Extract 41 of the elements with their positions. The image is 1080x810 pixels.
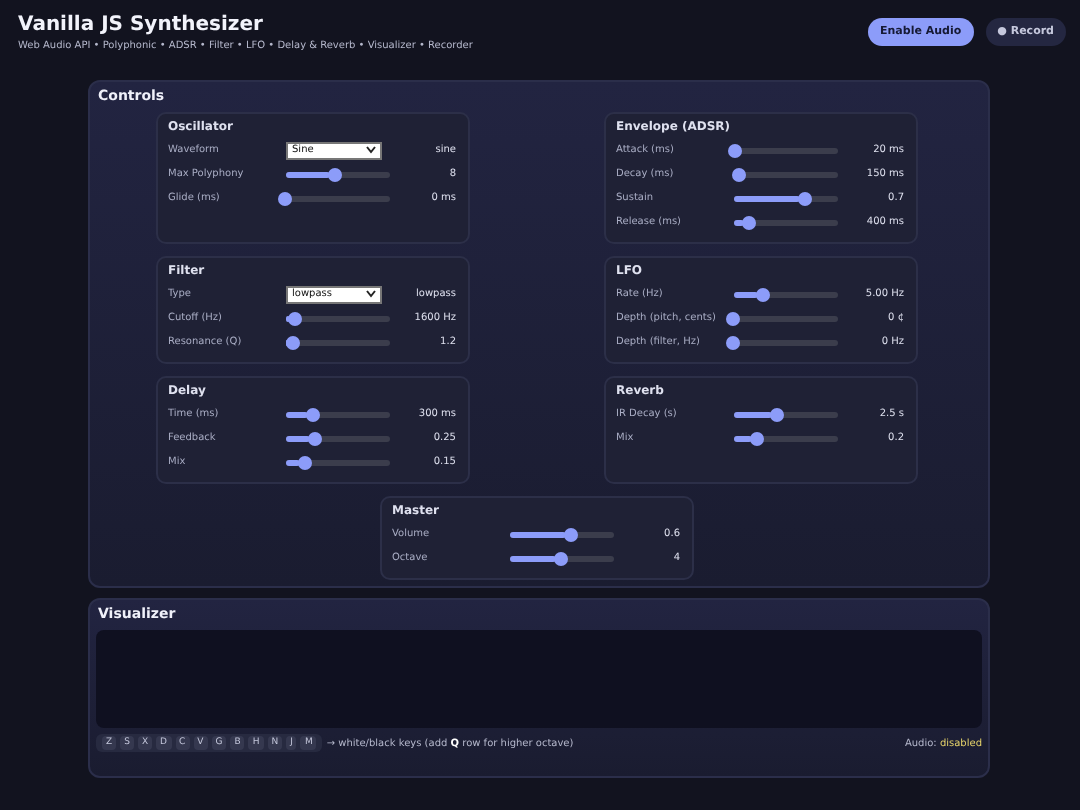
- slider-thumb[interactable]: [798, 191, 813, 205]
- slider-thumb[interactable]: [278, 191, 292, 205]
- slider-thumb[interactable]: [564, 527, 579, 541]
- slider-track[interactable]: [510, 531, 614, 537]
- slider-track[interactable]: [734, 291, 838, 297]
- slider-thumb[interactable]: [305, 407, 320, 421]
- slider-fill: [510, 555, 556, 561]
- slider-thumb[interactable]: [749, 431, 764, 445]
- slider-fill: [734, 411, 772, 417]
- slider-thumb[interactable]: [755, 287, 770, 301]
- slider-thumb[interactable]: [308, 431, 323, 445]
- slider-thumb[interactable]: [769, 407, 784, 421]
- slider-fill: [734, 435, 752, 441]
- slider-track[interactable]: [286, 411, 390, 417]
- slider-thumb[interactable]: [732, 167, 747, 181]
- slider-thumb[interactable]: [288, 311, 303, 325]
- slider-track[interactable]: [734, 411, 838, 417]
- chevron-down-icon: [366, 146, 376, 154]
- slider-thumb[interactable]: [726, 335, 740, 349]
- slider-track[interactable]: [286, 171, 390, 177]
- slider-track[interactable]: [734, 195, 838, 201]
- slider-fill: [286, 435, 311, 441]
- slider-fill: [286, 459, 300, 465]
- slider-fill: [286, 411, 308, 417]
- slider-track[interactable]: [286, 435, 390, 441]
- slider-fill: [734, 195, 801, 201]
- slider-thumb[interactable]: [726, 311, 740, 325]
- slider-thumb[interactable]: [728, 143, 743, 157]
- slider-track[interactable]: [510, 555, 614, 561]
- slider-thumb[interactable]: [286, 335, 301, 349]
- slider-fill: [734, 291, 758, 297]
- slider-thumb[interactable]: [554, 551, 568, 565]
- slider-thumb[interactable]: [297, 455, 312, 469]
- chevron-down-icon: [366, 290, 376, 298]
- app-title: Vanilla JS Synthesizer: [18, 14, 265, 36]
- slider-thumb[interactable]: [741, 215, 756, 229]
- slider-thumb[interactable]: [327, 167, 342, 181]
- slider-fill: [734, 219, 744, 225]
- slider-track[interactable]: [734, 435, 838, 441]
- slider-fill: [510, 531, 567, 537]
- slider-fill: [286, 171, 330, 177]
